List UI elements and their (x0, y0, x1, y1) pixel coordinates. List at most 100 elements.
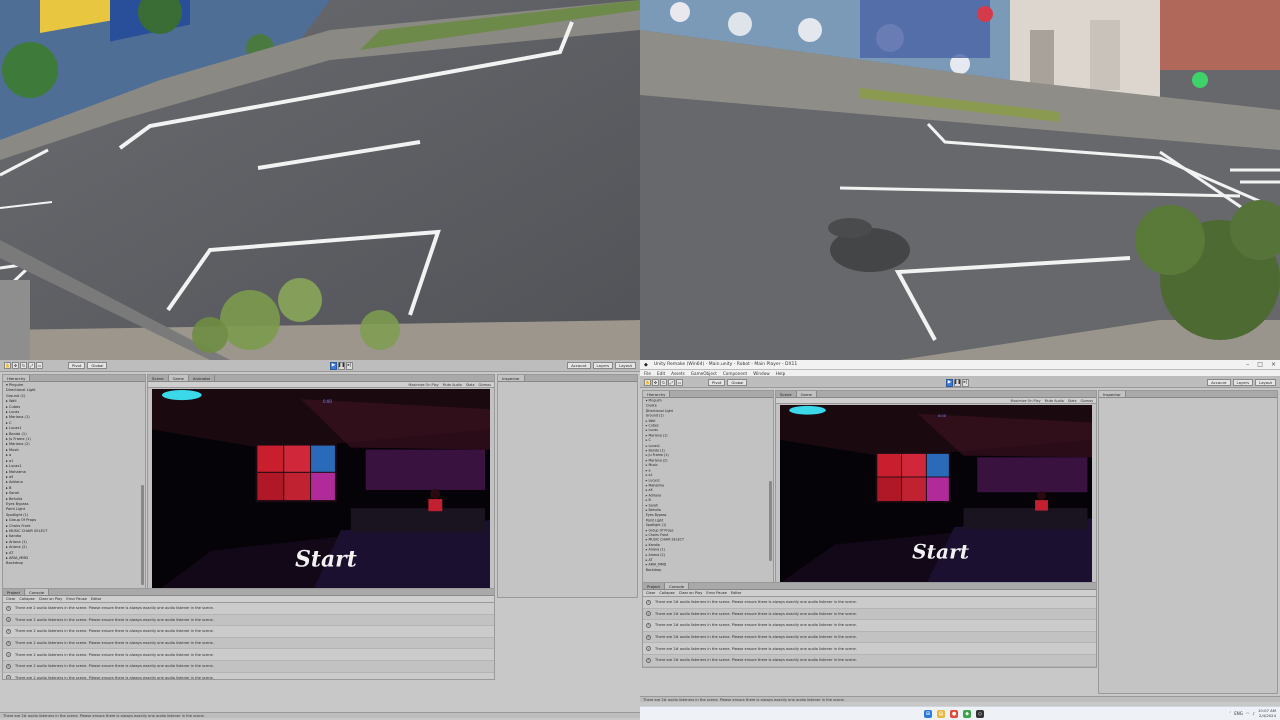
play-button[interactable]: ▶ (946, 378, 953, 387)
account-dropdown[interactable]: Account (1207, 379, 1231, 386)
tab-console[interactable]: Console (25, 589, 50, 595)
pivot-toggle[interactable]: Pivot (708, 379, 726, 386)
menu-item[interactable]: Edit (657, 371, 665, 376)
layout-dropdown[interactable]: Layout (1255, 379, 1276, 386)
hierarchy-item[interactable]: Backdrop (646, 568, 760, 573)
tab-scene[interactable]: Scene (148, 375, 169, 381)
console-log-row[interactable]: ! There are 2# audio listeners in the sce… (643, 597, 1096, 609)
tab-game[interactable]: Game (168, 375, 189, 381)
layout-dropdown[interactable]: Layout (615, 362, 636, 369)
stats-toggle[interactable]: Stats (466, 383, 475, 387)
close-icon[interactable]: × (1271, 361, 1276, 368)
scale-tool-icon[interactable]: ⤢ (28, 362, 35, 369)
console-log-row[interactable]: ! There are 2 audio listeners in the scen… (3, 603, 494, 615)
maximize-on-play-toggle[interactable]: Maximize On Play (409, 383, 439, 387)
wifi-icon[interactable]: ◠ (1246, 711, 1250, 716)
console-log-row[interactable]: ! There are 2# audio listeners in the sce… (643, 620, 1096, 632)
console-clear-button[interactable]: Clear (646, 591, 655, 595)
start-title[interactable]: Start (912, 541, 969, 563)
scale-tool-icon[interactable]: ⤢ (668, 379, 675, 386)
mute-audio-toggle[interactable]: Mute Audio (1045, 399, 1064, 403)
tab-project[interactable]: Project (643, 583, 665, 589)
chevron-up-icon[interactable]: ˄ (1229, 711, 1231, 716)
hierarchy-scrollbar[interactable] (141, 485, 144, 585)
maximize-icon[interactable]: □ (1257, 361, 1263, 368)
hand-tool-icon[interactable]: ✋ (644, 379, 651, 386)
move-tool-icon[interactable]: ✥ (12, 362, 19, 369)
console-log-row[interactable]: ! There are 2# audio listeners in the sce… (643, 609, 1096, 621)
console-clear-on-play-toggle[interactable]: Clear on Play (39, 597, 63, 601)
browser-icon[interactable]: ● (950, 710, 958, 718)
tab-scene[interactable]: Scene (776, 391, 797, 397)
console-editor-dropdown[interactable]: Editor (731, 591, 742, 595)
start-title[interactable]: Start (295, 547, 357, 573)
rect-tool-icon[interactable]: ▭ (36, 362, 43, 369)
console-log-row[interactable]: ! There are 2 audio listeners in the scen… (3, 626, 494, 638)
pause-button[interactable]: ❚❚ (338, 361, 345, 370)
console-log-row[interactable]: ! There are 2 audio listeners in the scen… (3, 661, 494, 673)
move-tool-icon[interactable]: ✥ (652, 379, 659, 386)
game-view[interactable]: 0:00 Start (152, 389, 490, 595)
console-log-row[interactable]: ! There are 2 audio listeners in the scen… (3, 638, 494, 650)
hierarchy-scrollbar[interactable] (769, 481, 772, 561)
gizmos-toggle[interactable]: Gizmos (1081, 399, 1094, 403)
menu-item[interactable]: GameObject (691, 371, 717, 376)
console-error-pause-toggle[interactable]: Error Pause (66, 597, 86, 601)
rotate-tool-icon[interactable]: ↻ (20, 362, 27, 369)
console-log-row[interactable]: ! There are 2# audio listeners in the sce… (643, 632, 1096, 644)
console-editor-dropdown[interactable]: Editor (91, 597, 102, 601)
windows-start-icon[interactable]: ⊞ (924, 710, 932, 718)
console-clear-on-play-toggle[interactable]: Clear on Play (679, 591, 703, 595)
tab-hierarchy[interactable]: Hierarchy (643, 391, 671, 397)
menu-item[interactable]: Component (723, 371, 747, 376)
game-view[interactable]: 0:00 Start (780, 405, 1092, 583)
mute-audio-toggle[interactable]: Mute Audio (443, 383, 462, 387)
console-log-row[interactable]: ! There are 2 audio listeners in the scen… (3, 649, 494, 661)
rect-tool-icon[interactable]: ▭ (676, 379, 683, 386)
pivot-toggle[interactable]: Pivot (68, 362, 86, 369)
menu-item[interactable]: Assets (671, 371, 685, 376)
step-button[interactable]: ▸| (962, 378, 969, 387)
account-dropdown[interactable]: Account (567, 362, 591, 369)
console-error-pause-toggle[interactable]: Error Pause (706, 591, 726, 595)
minimize-icon[interactable]: – (1246, 361, 1249, 368)
volume-icon[interactable]: ♪ (1252, 711, 1255, 716)
pause-button[interactable]: ❚❚ (954, 378, 961, 387)
tab-console[interactable]: Console (665, 583, 690, 589)
global-toggle[interactable]: Global (87, 362, 108, 369)
console-log-row[interactable]: ! There are 2# audio listeners in the sce… (643, 655, 1096, 667)
console-log-row[interactable]: ! There are 2 audio listeners in the scen… (3, 672, 494, 679)
tab-game[interactable]: Game (796, 391, 817, 397)
global-toggle[interactable]: Global (727, 379, 748, 386)
gizmos-toggle[interactable]: Gizmos (479, 383, 492, 387)
app-icon[interactable]: ◆ (963, 710, 971, 718)
clock[interactable]: 10:07 AM 2/4/2024 (1258, 708, 1276, 718)
tab-inspector[interactable]: Inspector (498, 375, 525, 381)
layers-dropdown[interactable]: Layers (1232, 379, 1254, 386)
console-collapse-toggle[interactable]: Collapse (19, 597, 34, 601)
tab-animator[interactable]: Animator (188, 375, 216, 381)
console-log-text: There are 2# audio listeners in the scen… (655, 635, 857, 640)
console-clear-button[interactable]: Clear (6, 597, 15, 601)
play-button[interactable]: ▶ (330, 361, 337, 370)
menu-item[interactable]: File (644, 371, 651, 376)
console-log-row[interactable]: ! There are 2 audio listeners in the scen… (3, 615, 494, 627)
stats-toggle[interactable]: Stats (1068, 399, 1077, 403)
hand-tool-icon[interactable]: ✋ (4, 362, 11, 369)
tab-project[interactable]: Project (3, 589, 25, 595)
unity-logo-icon: ◆ (644, 361, 648, 368)
tab-inspector[interactable]: Inspector (1099, 391, 1126, 397)
console-collapse-toggle[interactable]: Collapse (659, 591, 674, 595)
language-indicator[interactable]: ENG (1234, 711, 1243, 716)
tab-hierarchy[interactable]: Hierarchy (3, 375, 31, 381)
menu-item[interactable]: Help (776, 371, 786, 376)
unity-taskbar-icon[interactable]: ◇ (976, 710, 984, 718)
hierarchy-item[interactable]: Backdrop (6, 561, 142, 566)
layers-dropdown[interactable]: Layers (592, 362, 614, 369)
step-button[interactable]: ▸| (346, 361, 353, 370)
console-log-row[interactable]: ! There are 2# audio listeners in the sce… (643, 643, 1096, 655)
maximize-on-play-toggle[interactable]: Maximize On Play (1011, 399, 1041, 403)
menu-item[interactable]: Window (753, 371, 770, 376)
file-explorer-icon[interactable]: ▤ (937, 710, 945, 718)
rotate-tool-icon[interactable]: ↻ (660, 379, 667, 386)
